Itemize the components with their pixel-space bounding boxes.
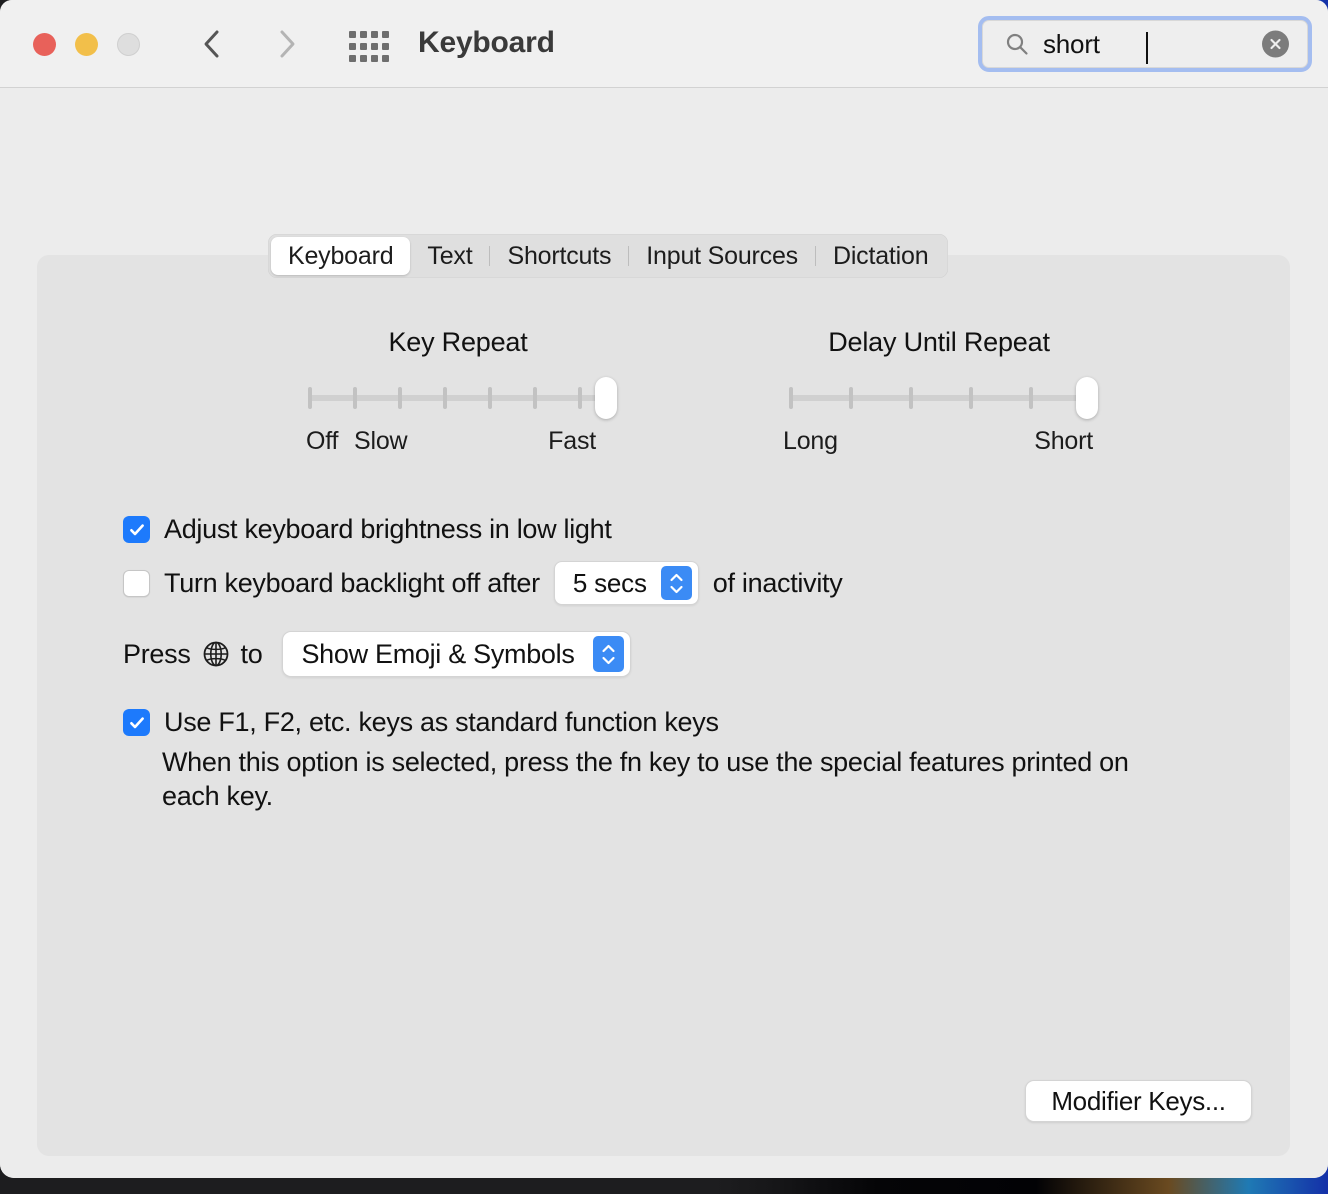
- press-globe-row[interactable]: Press to Show Emoji & Symbols: [123, 631, 631, 677]
- popup-updown-icon[interactable]: [592, 636, 624, 672]
- close-button[interactable]: [33, 33, 56, 56]
- slider-tick: [488, 387, 492, 409]
- tab-shortcuts[interactable]: Shortcuts: [490, 237, 628, 275]
- slider-tick: [533, 387, 537, 409]
- globe-icon: [202, 640, 230, 668]
- show-all-grid-icon[interactable]: [345, 28, 391, 64]
- backlight-off-checkbox[interactable]: [123, 569, 150, 597]
- function-keys-checkbox[interactable]: [123, 709, 150, 736]
- function-keys-help-text: When this option is selected, press the …: [162, 747, 1129, 811]
- minimize-button[interactable]: [75, 33, 98, 56]
- backlight-delay-stepper[interactable]: 5 secs: [553, 561, 699, 605]
- slider-tick: [308, 387, 312, 409]
- page-title: Keyboard: [418, 26, 555, 59]
- key-repeat-label-fast: Fast: [548, 427, 596, 455]
- tab-bar: Keyboard Text Shortcuts Input Sources Di…: [268, 234, 949, 278]
- preference-body: Key Repeat Off Slow Fast Delay Until Rep…: [0, 88, 1328, 1178]
- backlight-off-row[interactable]: Turn keyboard backlight off after 5 secs…: [123, 561, 843, 605]
- key-repeat-label-slow: Slow: [354, 427, 408, 455]
- tab-text[interactable]: Text: [410, 237, 489, 275]
- delay-until-repeat-slider-group: Delay Until Repeat Long Short: [783, 327, 1098, 461]
- press-globe-label-after: to: [240, 638, 263, 669]
- slider-tick: [789, 387, 793, 409]
- adjust-brightness-checkbox[interactable]: [123, 516, 150, 543]
- chevron-left-icon: [203, 29, 220, 59]
- stepper-updown-icon[interactable]: [660, 566, 692, 600]
- slider-track: [789, 395, 1089, 401]
- slider-tick: [578, 387, 582, 409]
- tab-dictation[interactable]: Dictation: [816, 237, 945, 275]
- slider-tick: [353, 387, 357, 409]
- key-repeat-slider-knob[interactable]: [595, 377, 617, 419]
- slider-tick: [1029, 387, 1033, 409]
- delay-until-repeat-labels: Long Short: [783, 427, 1093, 461]
- globe-action-popup-button[interactable]: Show Emoji & Symbols: [282, 631, 631, 677]
- globe-action-value: Show Emoji & Symbols: [301, 638, 575, 669]
- tab-input-sources[interactable]: Input Sources: [629, 237, 815, 275]
- search-field-focus-ring: short: [978, 16, 1312, 72]
- tab-keyboard[interactable]: Keyboard: [271, 237, 411, 275]
- delay-label-long: Long: [783, 427, 838, 455]
- function-keys-row[interactable]: Use F1, F2, etc. keys as standard functi…: [123, 707, 719, 738]
- slider-tick: [443, 387, 447, 409]
- backlight-delay-value: 5 secs: [572, 567, 647, 598]
- key-repeat-slider[interactable]: [308, 377, 617, 423]
- system-preferences-window: Keyboard short Key Repeat Off Slow Fast …: [0, 0, 1328, 1178]
- forward-button: [265, 22, 309, 66]
- delay-until-repeat-title: Delay Until Repeat: [828, 327, 1050, 357]
- slider-tick: [909, 387, 913, 409]
- chevron-right-icon: [279, 29, 296, 59]
- window-toolbar: Keyboard short: [0, 0, 1328, 88]
- backlight-off-label-after: of inactivity: [712, 567, 843, 598]
- key-repeat-slider-group: Key Repeat Off Slow Fast: [306, 327, 617, 461]
- search-icon: [1005, 32, 1029, 56]
- search-input-value: short: [1043, 28, 1100, 59]
- key-repeat-title: Key Repeat: [388, 327, 528, 357]
- adjust-brightness-row[interactable]: Adjust keyboard brightness in low light: [123, 514, 612, 545]
- key-repeat-label-off: Off: [306, 427, 339, 455]
- key-repeat-labels: Off Slow Fast: [306, 427, 608, 461]
- traffic-lights: [33, 33, 140, 56]
- keyboard-settings-panel: Key Repeat Off Slow Fast Delay Until Rep…: [37, 255, 1290, 1156]
- slider-tick: [398, 387, 402, 409]
- slider-tick: [969, 387, 973, 409]
- adjust-brightness-label: Adjust keyboard brightness in low light: [164, 514, 612, 544]
- text-caret: [1146, 32, 1148, 64]
- clear-search-icon[interactable]: [1262, 30, 1289, 58]
- zoom-button: [117, 33, 140, 56]
- slider-tick: [849, 387, 853, 409]
- function-keys-label: Use F1, F2, etc. keys as standard functi…: [164, 707, 719, 737]
- back-button[interactable]: [189, 22, 233, 66]
- delay-label-short: Short: [1034, 427, 1093, 455]
- search-field[interactable]: short: [982, 20, 1308, 68]
- backlight-off-label-before: Turn keyboard backlight off after: [164, 567, 540, 598]
- delay-until-repeat-slider-knob[interactable]: [1076, 377, 1098, 419]
- press-globe-label-before: Press: [123, 638, 191, 669]
- delay-until-repeat-slider[interactable]: [789, 377, 1098, 423]
- modifier-keys-button[interactable]: Modifier Keys...: [1025, 1080, 1252, 1122]
